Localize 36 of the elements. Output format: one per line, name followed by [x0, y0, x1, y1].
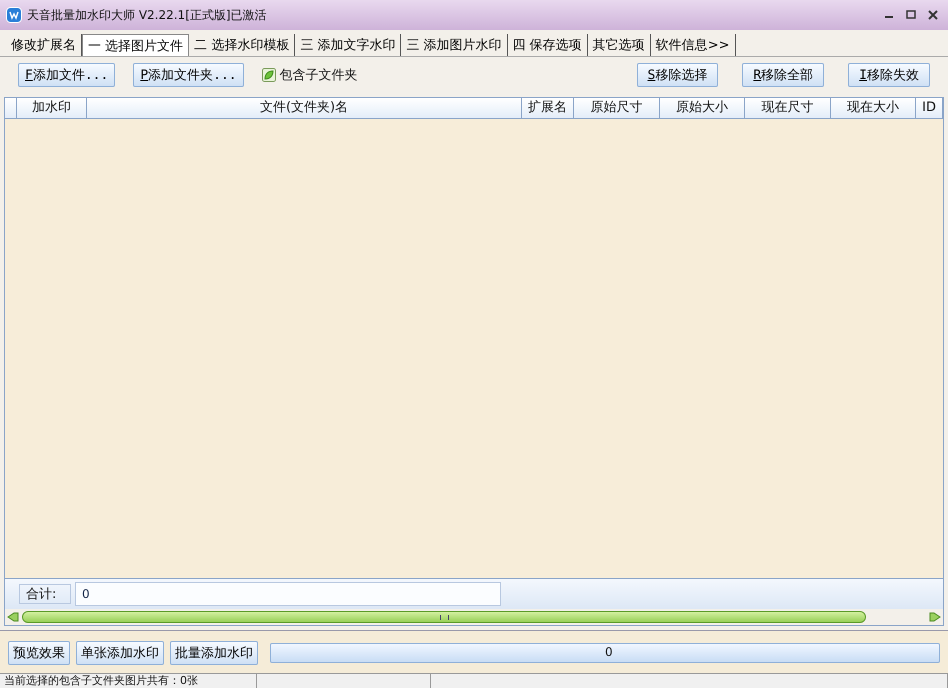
toolbar-button[interactable]: F添加文件...: [18, 63, 116, 87]
horizontal-scrollbar[interactable]: [5, 609, 943, 625]
column-header[interactable]: ID: [916, 98, 943, 118]
progress-reading: 0: [605, 645, 613, 659]
column-header[interactable]: 现在大小: [830, 98, 916, 118]
toolbar-button[interactable]: P添加文件夹...: [133, 63, 244, 87]
tab[interactable]: 四 保存选项: [508, 34, 588, 56]
maximize-icon[interactable]: [906, 10, 916, 20]
tab[interactable]: 软件信息>>: [650, 34, 736, 56]
close-icon[interactable]: [928, 10, 938, 20]
toolbar-button[interactable]: I移除失效: [848, 63, 930, 87]
tab[interactable]: 一 选择图片文件: [82, 34, 190, 56]
action-button[interactable]: 批量添加水印: [170, 641, 258, 665]
column-header[interactable]: 原始大小: [660, 98, 746, 118]
action-button[interactable]: 单张添加水印: [76, 641, 164, 665]
scroll-right-icon[interactable]: [929, 612, 941, 622]
tab[interactable]: 三 添加图片水印: [401, 34, 508, 56]
window-title: 天音批量加水印大师 V2.22.1[正式版]已激活: [27, 6, 267, 24]
tab[interactable]: 三 添加文字水印: [295, 34, 402, 56]
tab[interactable]: 二 选择水印模板: [189, 34, 296, 56]
action-button[interactable]: 预览效果: [8, 641, 70, 665]
column-header[interactable]: 原始尺寸: [574, 98, 660, 118]
total-value-field: 0: [75, 582, 501, 606]
toolbar-button[interactable]: R移除全部: [742, 63, 824, 87]
total-label: 合计:: [19, 584, 71, 604]
status-text: 当前选择的包含子文件夹图片共有：0张: [0, 674, 257, 688]
leaf-checkbox-icon[interactable]: [262, 68, 276, 82]
column-header[interactable]: 扩展名: [522, 98, 574, 118]
column-header[interactable]: 加水印: [16, 98, 88, 118]
toolbar-button[interactable]: S移除选择: [636, 63, 718, 87]
column-header[interactable]: 现在尺寸: [745, 98, 831, 118]
include-subfolders-checkbox[interactable]: 包含子文件夹: [262, 66, 358, 84]
column-header[interactable]: 文件(文件夹)名: [87, 98, 522, 118]
scroll-left-icon[interactable]: [7, 612, 19, 622]
tab[interactable]: 其它选项: [588, 34, 651, 56]
app-logo-icon: [6, 7, 22, 23]
